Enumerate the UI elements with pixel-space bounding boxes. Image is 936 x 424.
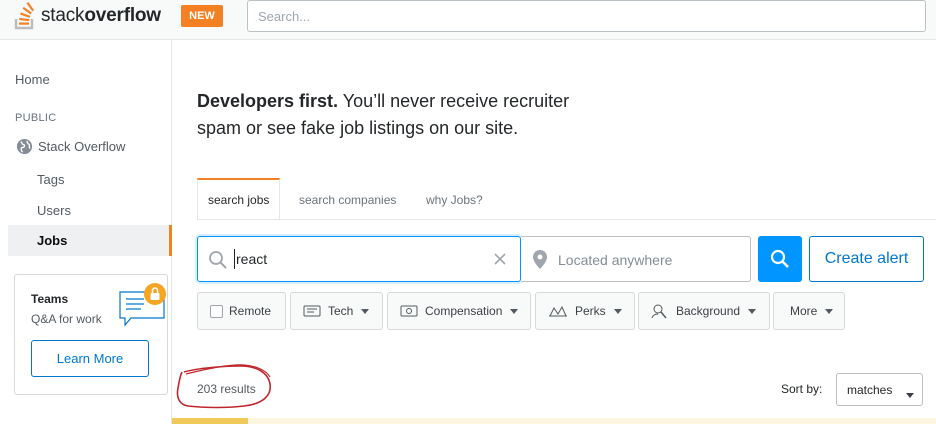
sidebar-item-jobs[interactable]: Jobs xyxy=(8,225,172,256)
job-listing-highlight xyxy=(172,418,936,424)
location-input[interactable]: Located anywhere xyxy=(521,236,751,282)
teams-subtitle: Q&A for work xyxy=(31,312,102,326)
top-bar: stackoverflow NEW Search... xyxy=(0,0,936,40)
chevron-down-icon xyxy=(906,387,914,401)
globe-icon xyxy=(16,138,33,155)
filter-background[interactable]: Background xyxy=(638,292,770,330)
filter-remote[interactable]: Remote xyxy=(197,292,286,330)
clear-icon[interactable] xyxy=(491,250,509,268)
tab-why-jobs[interactable]: why Jobs? xyxy=(416,180,493,219)
tab-search-jobs[interactable]: search jobs xyxy=(197,178,281,219)
teams-promo-card: Teams Q&A for work Learn More xyxy=(14,274,168,395)
remote-checkbox[interactable] xyxy=(210,304,223,318)
filter-more-label: More xyxy=(790,304,818,318)
tabs-divider xyxy=(197,219,936,220)
sidebar-section-public: PUBLIC xyxy=(15,112,57,124)
teams-illustration-icon xyxy=(119,283,166,327)
location-pin-icon xyxy=(533,250,547,269)
filter-remote-label: Remote xyxy=(229,304,272,318)
logo-text-light: stack xyxy=(41,5,85,26)
page-headline: Developers first. You’ll never receive r… xyxy=(197,88,617,142)
filter-tech-label: Tech xyxy=(328,304,354,318)
sidebar-item-jobs-label: Jobs xyxy=(37,233,68,248)
job-search-input[interactable]: react xyxy=(197,236,521,282)
money-icon xyxy=(400,305,418,317)
sidebar-item-tags[interactable]: Tags xyxy=(37,172,64,187)
search-icon xyxy=(209,251,227,269)
filter-more[interactable]: More xyxy=(773,292,845,330)
logo-text: stackoverflow xyxy=(41,5,161,27)
chevron-down-icon xyxy=(361,308,370,314)
sidebar-item-users[interactable]: Users xyxy=(37,203,71,218)
location-placeholder: Located anywhere xyxy=(558,252,673,268)
sidebar-item-stack-overflow[interactable]: Stack Overflow xyxy=(16,138,125,155)
sort-label: Sort by: xyxy=(781,382,823,396)
filter-compensation-label: Compensation xyxy=(425,304,503,318)
filter-perks[interactable]: Perks xyxy=(535,292,635,330)
tab-search-companies[interactable]: search companies xyxy=(289,180,406,219)
tech-icon xyxy=(303,305,321,317)
logo-text-bold: overflow xyxy=(84,5,161,26)
filter-compensation[interactable]: Compensation xyxy=(387,292,531,330)
results-count: 203 results xyxy=(197,382,256,396)
person-icon xyxy=(651,303,669,319)
new-badge: NEW xyxy=(181,5,223,27)
sidebar-item-stack-overflow-label: Stack Overflow xyxy=(38,139,126,154)
teams-title: Teams xyxy=(31,292,69,306)
sort-value: matches xyxy=(847,382,893,397)
site-search-input[interactable]: Search... xyxy=(247,0,926,32)
filter-background-label: Background xyxy=(676,304,741,318)
search-submit-button[interactable] xyxy=(758,236,802,282)
chevron-down-icon xyxy=(825,308,834,314)
create-alert-button[interactable]: Create alert xyxy=(809,236,924,282)
search-icon xyxy=(770,249,789,268)
sidebar-item-home[interactable]: Home xyxy=(15,72,50,87)
job-listing-accent xyxy=(172,418,248,424)
left-sidebar: Home PUBLIC Stack Overflow Tags Users Jo… xyxy=(0,40,172,424)
sort-select[interactable]: matches xyxy=(836,373,923,406)
stackoverflow-logo-icon xyxy=(14,2,35,30)
chevron-down-icon xyxy=(510,308,519,314)
job-search-value: react xyxy=(236,251,268,267)
site-search-placeholder: Search... xyxy=(258,8,311,24)
chevron-down-icon xyxy=(748,308,757,314)
learn-more-button[interactable]: Learn More xyxy=(31,340,149,377)
filter-perks-label: Perks xyxy=(575,304,606,318)
filter-tech[interactable]: Tech xyxy=(290,292,383,330)
headline-bold: Developers first. xyxy=(197,91,339,111)
chevron-down-icon xyxy=(613,308,622,314)
text-cursor xyxy=(234,249,235,269)
stackoverflow-logo[interactable]: stackoverflow xyxy=(14,0,161,32)
perks-icon xyxy=(548,305,568,317)
